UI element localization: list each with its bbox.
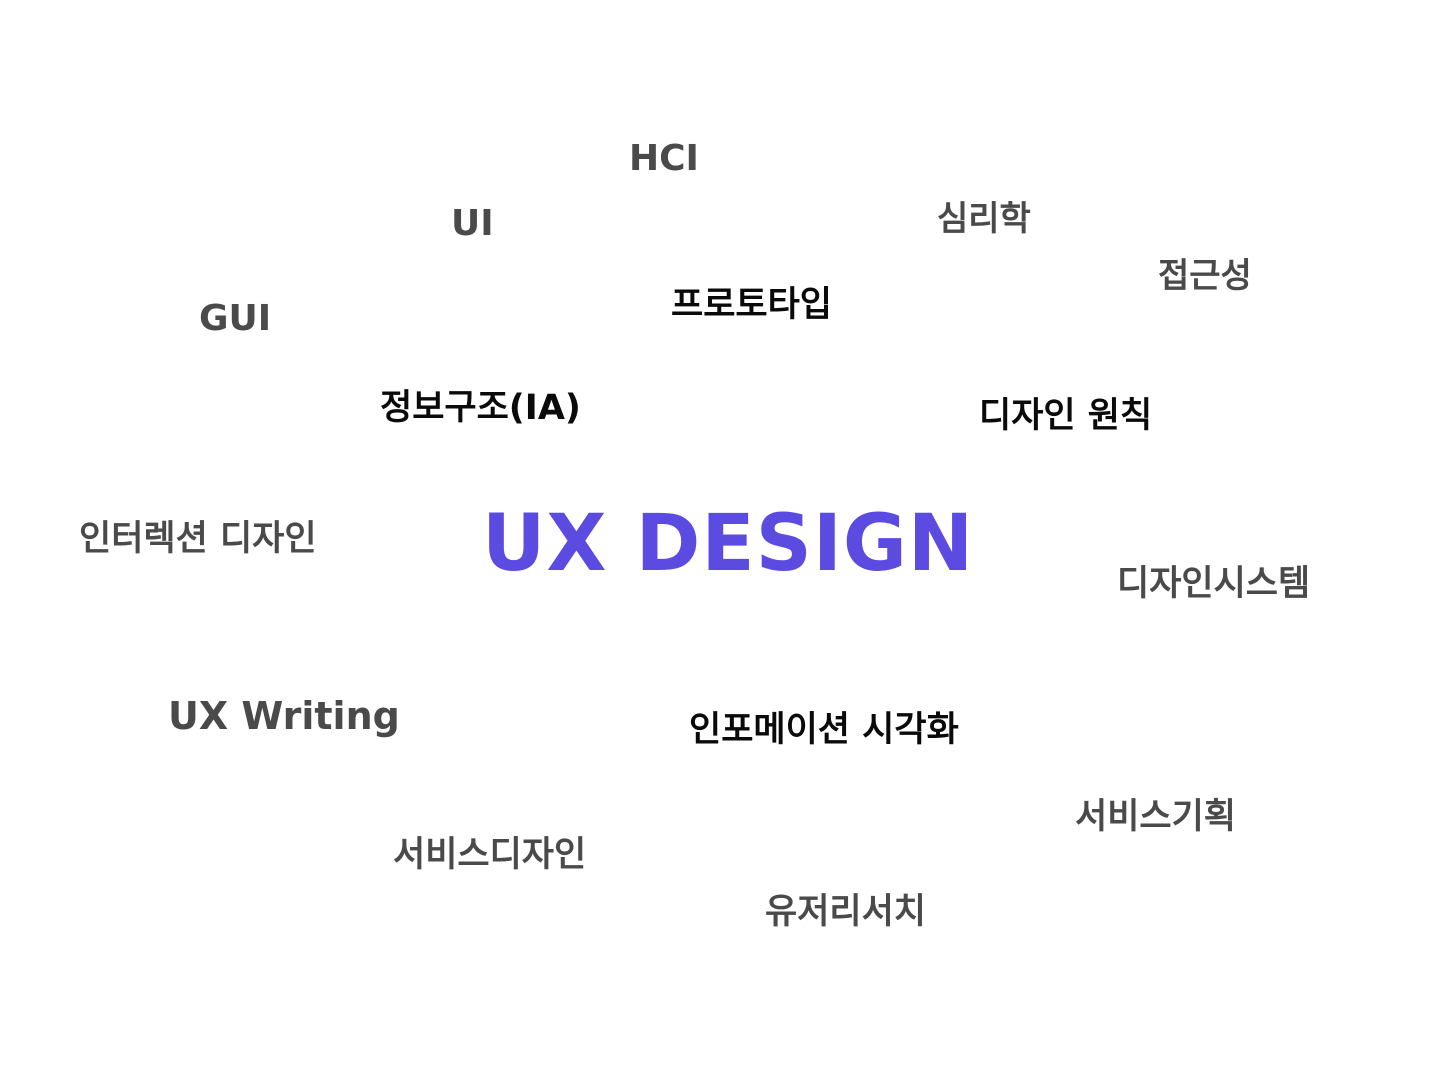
keyword-user-research: 유저리서치	[765, 892, 927, 932]
keyword-design-principles: 디자인 원칙	[979, 396, 1153, 436]
keyword-information-architecture: 정보구조(IA)	[380, 388, 581, 428]
keyword-design-system: 디자인시스템	[1117, 564, 1311, 604]
keyword-information-visualization: 인포메이션 시각화	[689, 710, 959, 750]
keyword-ui: UI	[451, 203, 494, 244]
main-title: UX DESIGN	[482, 499, 975, 589]
keyword-prototype: 프로토타입	[671, 285, 833, 325]
keyword-hci: HCI	[629, 138, 699, 179]
keyword-gui: GUI	[199, 298, 272, 339]
keyword-interaction-design: 인터렉션 디자인	[79, 519, 317, 559]
keyword-psychology: 심리학	[937, 199, 1031, 239]
keyword-accessibility: 접근성	[1158, 256, 1252, 296]
keyword-service-planning: 서비스기획	[1075, 797, 1237, 837]
keyword-service-design: 서비스디자인	[393, 835, 587, 875]
keyword-ux-writing: UX Writing	[168, 694, 400, 738]
word-cloud: HCI UI 심리학 접근성 GUI 프로토타입 정보구조(IA) 디자인 원칙…	[0, 0, 1436, 1080]
